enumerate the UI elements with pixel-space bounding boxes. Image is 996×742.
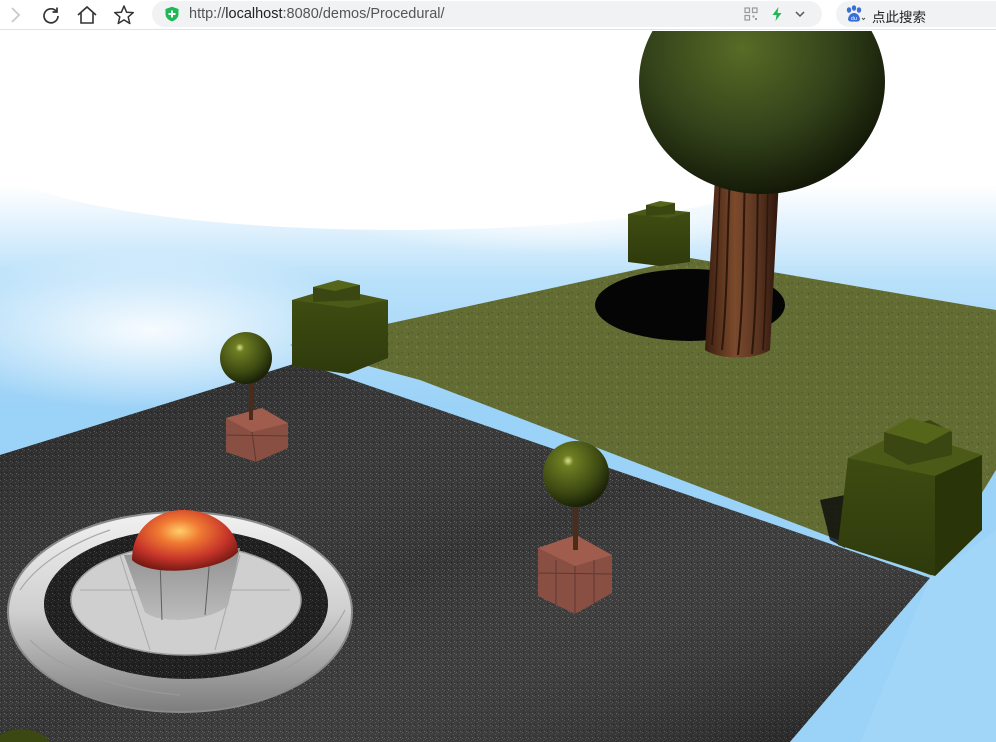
reload-button[interactable] [38,2,64,28]
address-bar[interactable]: http://localhost:8080/demos/Procedural/ [152,1,822,27]
chevron-down-icon[interactable] [792,6,808,22]
shield-icon [165,6,179,22]
url-path: :8080/demos/Procedural/ [282,6,445,22]
url-text[interactable]: http://localhost:8080/demos/Procedural/ [189,6,445,24]
home-button[interactable] [74,2,100,28]
chevron-right-icon [11,7,21,23]
procedural-scene [0,31,996,742]
marble-fountain [7,510,353,713]
star-icon [113,5,135,25]
lightning-icon[interactable] [769,6,785,22]
svg-text:du: du [851,16,857,22]
reload-icon [43,7,59,24]
home-icon [77,5,97,24]
search-placeholder: 点此搜索 [872,10,926,26]
url-prefix: http:// [189,6,226,22]
webgl-canvas[interactable] [0,31,996,742]
qr-code-icon[interactable] [743,6,759,22]
browser-toolbar: http://localhost:8080/demos/Procedural/ … [0,0,996,30]
url-host: localhost [225,6,283,22]
search-box[interactable]: du 点此搜索 [836,1,996,27]
bookmark-button[interactable] [111,2,137,28]
forward-button[interactable] [2,2,28,28]
baidu-paw-icon: du [846,5,866,22]
